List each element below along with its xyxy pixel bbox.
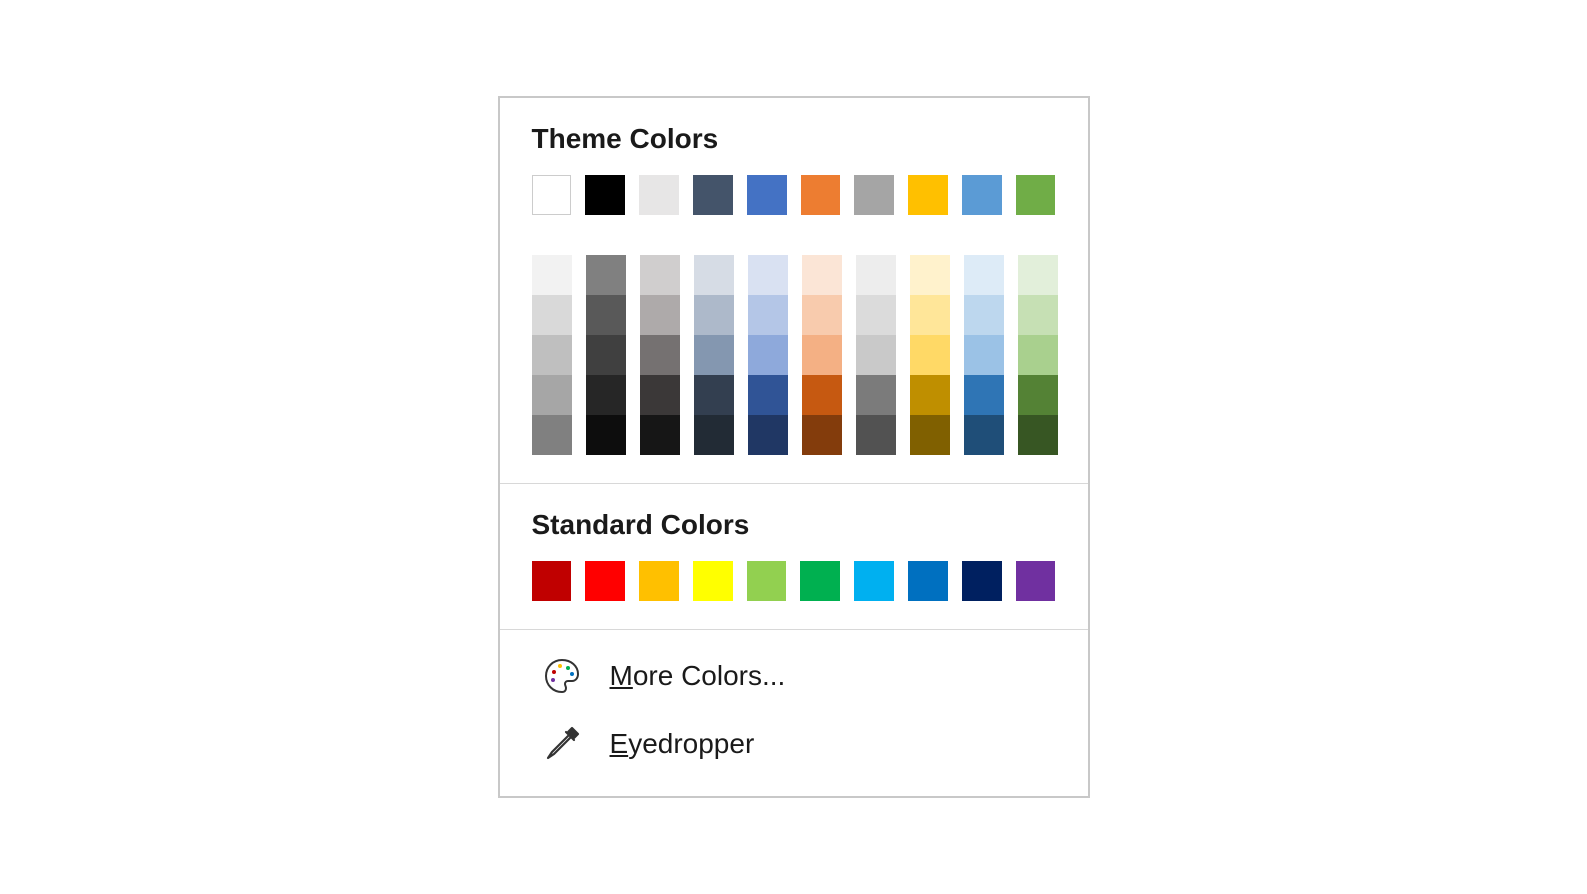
theme-shades-grid xyxy=(532,255,1056,455)
shade-swatch-5-4[interactable] xyxy=(802,415,842,455)
shade-swatch-1-2[interactable] xyxy=(586,335,626,375)
standard-swatch-3[interactable] xyxy=(693,561,733,601)
more-colors-menu-item[interactable]: More Colors... xyxy=(500,642,1088,710)
shade-swatch-1-3[interactable] xyxy=(586,375,626,415)
eyedropper-menu-item[interactable]: Eyedropper xyxy=(500,710,1088,778)
shade-swatch-0-4[interactable] xyxy=(532,415,572,455)
standard-colors-section: Standard Colors xyxy=(500,484,1088,629)
shade-swatch-2-2[interactable] xyxy=(640,335,680,375)
theme-swatch-9[interactable] xyxy=(1016,175,1056,215)
color-picker-panel: Theme Colors Standard Colors More Colors… xyxy=(498,96,1090,798)
shade-swatch-8-3[interactable] xyxy=(964,375,1004,415)
shade-column-6 xyxy=(856,255,896,455)
standard-swatch-9[interactable] xyxy=(1016,561,1056,601)
theme-colors-section: Theme Colors xyxy=(500,98,1088,483)
shade-swatch-0-1[interactable] xyxy=(532,295,572,335)
standard-swatch-0[interactable] xyxy=(532,561,572,601)
shade-swatch-9-4[interactable] xyxy=(1018,415,1058,455)
theme-swatch-3[interactable] xyxy=(693,175,733,215)
shade-swatch-9-0[interactable] xyxy=(1018,255,1058,295)
shade-swatch-8-0[interactable] xyxy=(964,255,1004,295)
shade-column-4 xyxy=(748,255,788,455)
shade-swatch-9-1[interactable] xyxy=(1018,295,1058,335)
theme-swatch-1[interactable] xyxy=(585,175,625,215)
standard-colors-title: Standard Colors xyxy=(532,509,1056,541)
shade-swatch-0-3[interactable] xyxy=(532,375,572,415)
shade-swatch-4-1[interactable] xyxy=(748,295,788,335)
shade-swatch-0-0[interactable] xyxy=(532,255,572,295)
shade-column-9 xyxy=(1018,255,1058,455)
menu-section: More Colors... Eyedropper xyxy=(500,630,1088,796)
shade-swatch-8-4[interactable] xyxy=(964,415,1004,455)
shade-swatch-7-0[interactable] xyxy=(910,255,950,295)
theme-swatch-5[interactable] xyxy=(801,175,841,215)
theme-swatch-2[interactable] xyxy=(639,175,679,215)
shade-swatch-5-2[interactable] xyxy=(802,335,842,375)
standard-swatch-8[interactable] xyxy=(962,561,1002,601)
shade-swatch-4-2[interactable] xyxy=(748,335,788,375)
eyedropper-icon xyxy=(542,724,582,764)
shade-swatch-2-1[interactable] xyxy=(640,295,680,335)
shade-column-5 xyxy=(802,255,842,455)
shade-column-3 xyxy=(694,255,734,455)
shade-swatch-7-4[interactable] xyxy=(910,415,950,455)
standard-swatch-2[interactable] xyxy=(639,561,679,601)
shade-swatch-5-3[interactable] xyxy=(802,375,842,415)
shade-column-7 xyxy=(910,255,950,455)
shade-swatch-3-0[interactable] xyxy=(694,255,734,295)
shade-swatch-7-1[interactable] xyxy=(910,295,950,335)
shade-swatch-3-1[interactable] xyxy=(694,295,734,335)
shade-swatch-4-3[interactable] xyxy=(748,375,788,415)
shade-swatch-8-1[interactable] xyxy=(964,295,1004,335)
shade-swatch-1-0[interactable] xyxy=(586,255,626,295)
shade-column-0 xyxy=(532,255,572,455)
shade-swatch-6-4[interactable] xyxy=(856,415,896,455)
standard-swatch-1[interactable] xyxy=(585,561,625,601)
shade-swatch-0-2[interactable] xyxy=(532,335,572,375)
shade-column-1 xyxy=(586,255,626,455)
theme-colors-row xyxy=(532,175,1056,215)
standard-colors-row xyxy=(532,561,1056,601)
standard-swatch-7[interactable] xyxy=(908,561,948,601)
shade-swatch-9-2[interactable] xyxy=(1018,335,1058,375)
shade-swatch-3-3[interactable] xyxy=(694,375,734,415)
shade-swatch-1-1[interactable] xyxy=(586,295,626,335)
shade-swatch-5-1[interactable] xyxy=(802,295,842,335)
shade-swatch-2-4[interactable] xyxy=(640,415,680,455)
shade-column-2 xyxy=(640,255,680,455)
shade-swatch-6-3[interactable] xyxy=(856,375,896,415)
eyedropper-label: Eyedropper xyxy=(610,728,755,760)
theme-swatch-6[interactable] xyxy=(854,175,894,215)
shade-swatch-6-0[interactable] xyxy=(856,255,896,295)
shade-swatch-2-3[interactable] xyxy=(640,375,680,415)
shade-swatch-7-2[interactable] xyxy=(910,335,950,375)
theme-colors-title: Theme Colors xyxy=(532,123,1056,155)
theme-swatch-0[interactable] xyxy=(532,175,572,215)
shade-swatch-4-4[interactable] xyxy=(748,415,788,455)
shade-swatch-2-0[interactable] xyxy=(640,255,680,295)
shade-swatch-7-3[interactable] xyxy=(910,375,950,415)
standard-swatch-4[interactable] xyxy=(747,561,787,601)
shade-swatch-8-2[interactable] xyxy=(964,335,1004,375)
shade-swatch-1-4[interactable] xyxy=(586,415,626,455)
standard-swatch-6[interactable] xyxy=(854,561,894,601)
theme-swatch-4[interactable] xyxy=(747,175,787,215)
palette-icon xyxy=(542,656,582,696)
shade-swatch-9-3[interactable] xyxy=(1018,375,1058,415)
shade-swatch-6-1[interactable] xyxy=(856,295,896,335)
theme-swatch-7[interactable] xyxy=(908,175,948,215)
more-colors-label: More Colors... xyxy=(610,660,786,692)
shade-swatch-6-2[interactable] xyxy=(856,335,896,375)
theme-swatch-8[interactable] xyxy=(962,175,1002,215)
standard-swatch-5[interactable] xyxy=(800,561,840,601)
shade-swatch-4-0[interactable] xyxy=(748,255,788,295)
shade-swatch-3-2[interactable] xyxy=(694,335,734,375)
shade-swatch-5-0[interactable] xyxy=(802,255,842,295)
shade-column-8 xyxy=(964,255,1004,455)
shade-swatch-3-4[interactable] xyxy=(694,415,734,455)
